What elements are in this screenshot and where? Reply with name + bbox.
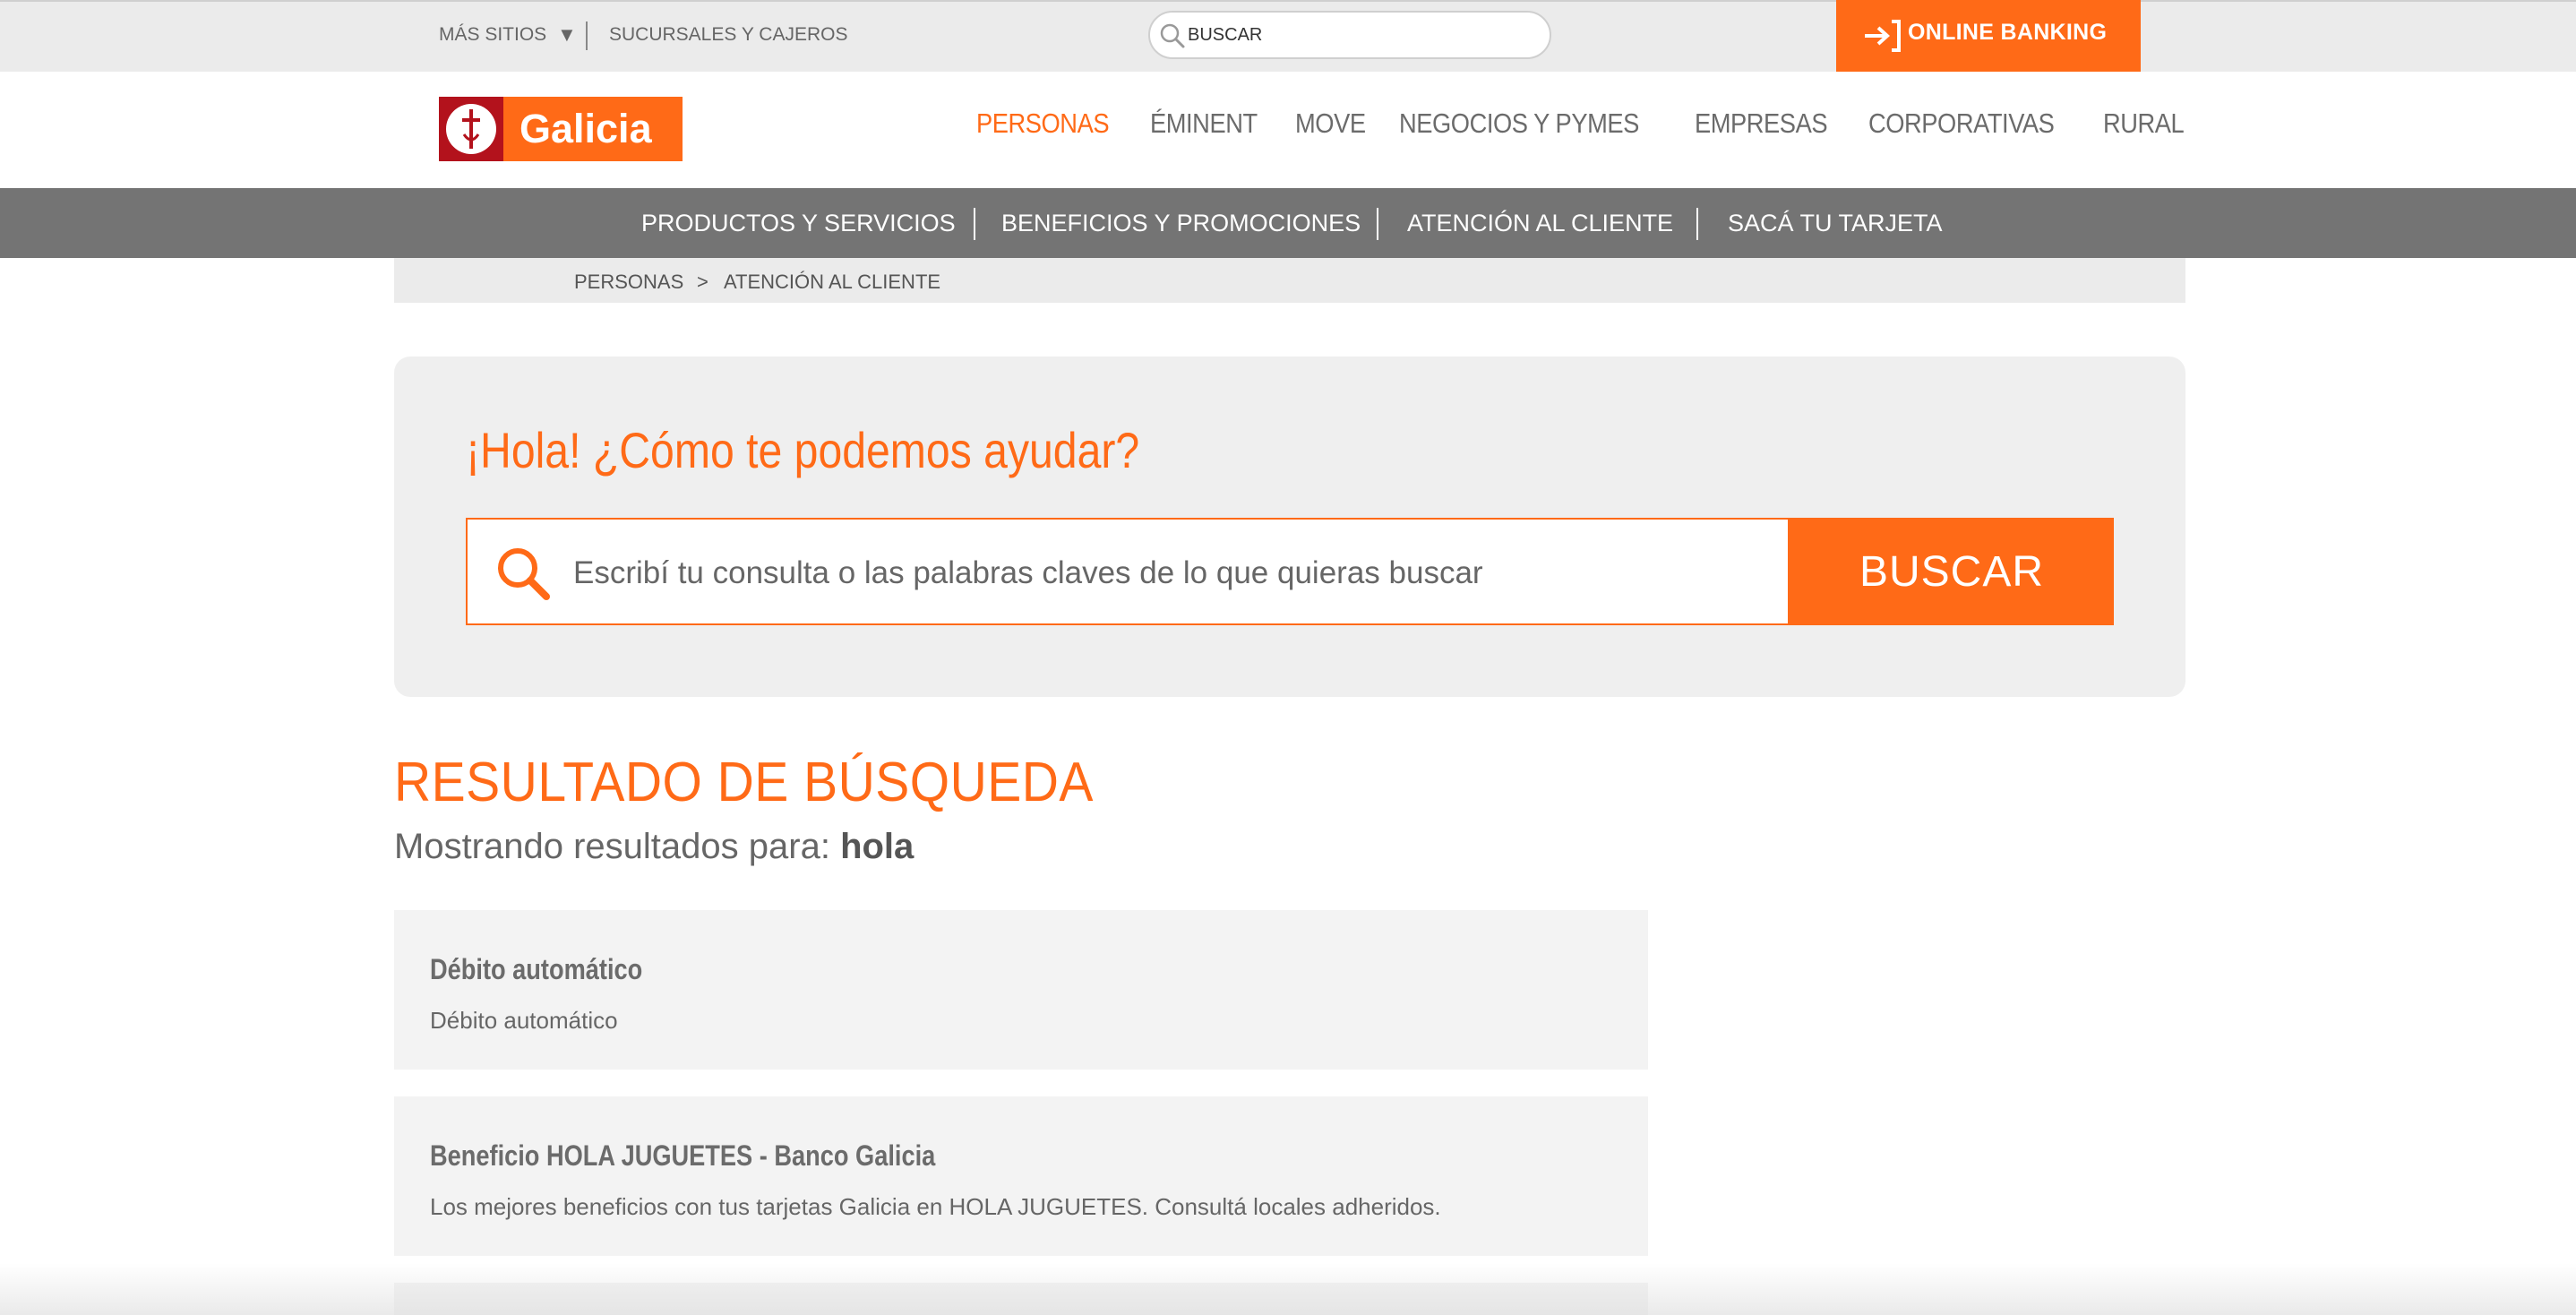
breadcrumb-separator: > bbox=[697, 271, 708, 293]
result-item[interactable]: Débito automático Débito automático bbox=[394, 910, 1648, 1070]
login-arrow-icon bbox=[1865, 20, 1901, 52]
galicia-logo[interactable]: Galicia bbox=[439, 97, 683, 161]
nav-personas[interactable]: PERSONAS bbox=[976, 107, 1110, 143]
search-icon bbox=[498, 548, 550, 600]
nav-negocios-y-pymes[interactable]: NEGOCIOS Y PYMES bbox=[1399, 107, 1639, 143]
breadcrumb-atencion-al-cliente[interactable]: ATENCIÓN AL CLIENTE bbox=[724, 271, 940, 294]
nav-empresas[interactable]: EMPRESAS bbox=[1695, 107, 1828, 143]
logo-emblem bbox=[439, 97, 503, 161]
help-search-input[interactable] bbox=[573, 546, 1756, 600]
divider bbox=[1377, 208, 1378, 240]
result-description: Los mejores beneficios con tus tarjetas … bbox=[430, 1193, 1441, 1220]
nav-corporativas[interactable]: CORPORATIVAS bbox=[1868, 107, 2055, 143]
cross-emblem-icon bbox=[462, 109, 480, 149]
nav-rural[interactable]: RURAL bbox=[2103, 107, 2185, 143]
top-search-input[interactable] bbox=[1188, 20, 1537, 50]
search-icon bbox=[1160, 23, 1185, 48]
result-title[interactable]: Débito automático bbox=[430, 953, 642, 986]
help-search-button[interactable]: BUSCAR bbox=[1790, 518, 2114, 625]
help-search-field bbox=[466, 518, 1790, 625]
bottom-shadow bbox=[0, 1263, 2576, 1315]
chevron-down-icon[interactable]: ▼ bbox=[557, 23, 577, 47]
breadcrumb: PERSONAS > ATENCIÓN AL CLIENTE bbox=[394, 258, 2185, 303]
nav-eminent[interactable]: ÉMINENT bbox=[1150, 107, 1258, 143]
divider bbox=[974, 208, 975, 240]
subnav-atencion-al-cliente[interactable]: ATENCIÓN AL CLIENTE bbox=[1407, 210, 1673, 237]
mas-sitios-link[interactable]: MÁS SITIOS bbox=[439, 24, 546, 46]
online-banking-label: ONLINE BANKING bbox=[1908, 20, 2108, 45]
main-nav: PERSONAS ÉMINENT MOVE NEGOCIOS Y PYMES E… bbox=[976, 107, 2185, 143]
sucursales-link[interactable]: SUCURSALES Y CAJEROS bbox=[609, 24, 847, 46]
logo-text: Galicia bbox=[519, 106, 652, 151]
divider bbox=[586, 21, 588, 50]
online-banking-button[interactable]: ONLINE BANKING bbox=[1836, 0, 2141, 72]
result-description: Débito automático bbox=[430, 1007, 618, 1034]
help-title: ¡Hola! ¿Cómo te podemos ayudar? bbox=[466, 422, 1140, 478]
results-query: hola bbox=[840, 827, 914, 866]
top-search-box bbox=[1148, 11, 1551, 59]
subnav-beneficios-y-promociones[interactable]: BENEFICIOS Y PROMOCIONES bbox=[1001, 210, 1361, 237]
results-showing-label: Mostrando resultados para: bbox=[394, 827, 830, 866]
secondary-nav: PRODUCTOS Y SERVICIOS BENEFICIOS Y PROMO… bbox=[0, 188, 2576, 258]
subnav-productos-y-servicios[interactable]: PRODUCTOS Y SERVICIOS bbox=[641, 210, 956, 237]
result-item[interactable]: Beneficio HOLA JUGUETES - Banco Galicia … bbox=[394, 1096, 1648, 1256]
nav-move[interactable]: MOVE bbox=[1295, 107, 1366, 143]
result-title[interactable]: Beneficio HOLA JUGUETES - Banco Galicia bbox=[430, 1139, 935, 1173]
divider bbox=[1696, 208, 1698, 240]
subnav-saca-tu-tarjeta[interactable]: SACÁ TU TARJETA bbox=[1728, 210, 1943, 237]
breadcrumb-personas[interactable]: PERSONAS bbox=[574, 271, 683, 294]
results-subtitle: Mostrando resultados para: hola bbox=[394, 827, 914, 867]
results-title: RESULTADO DE BÚSQUEDA bbox=[394, 752, 1094, 813]
